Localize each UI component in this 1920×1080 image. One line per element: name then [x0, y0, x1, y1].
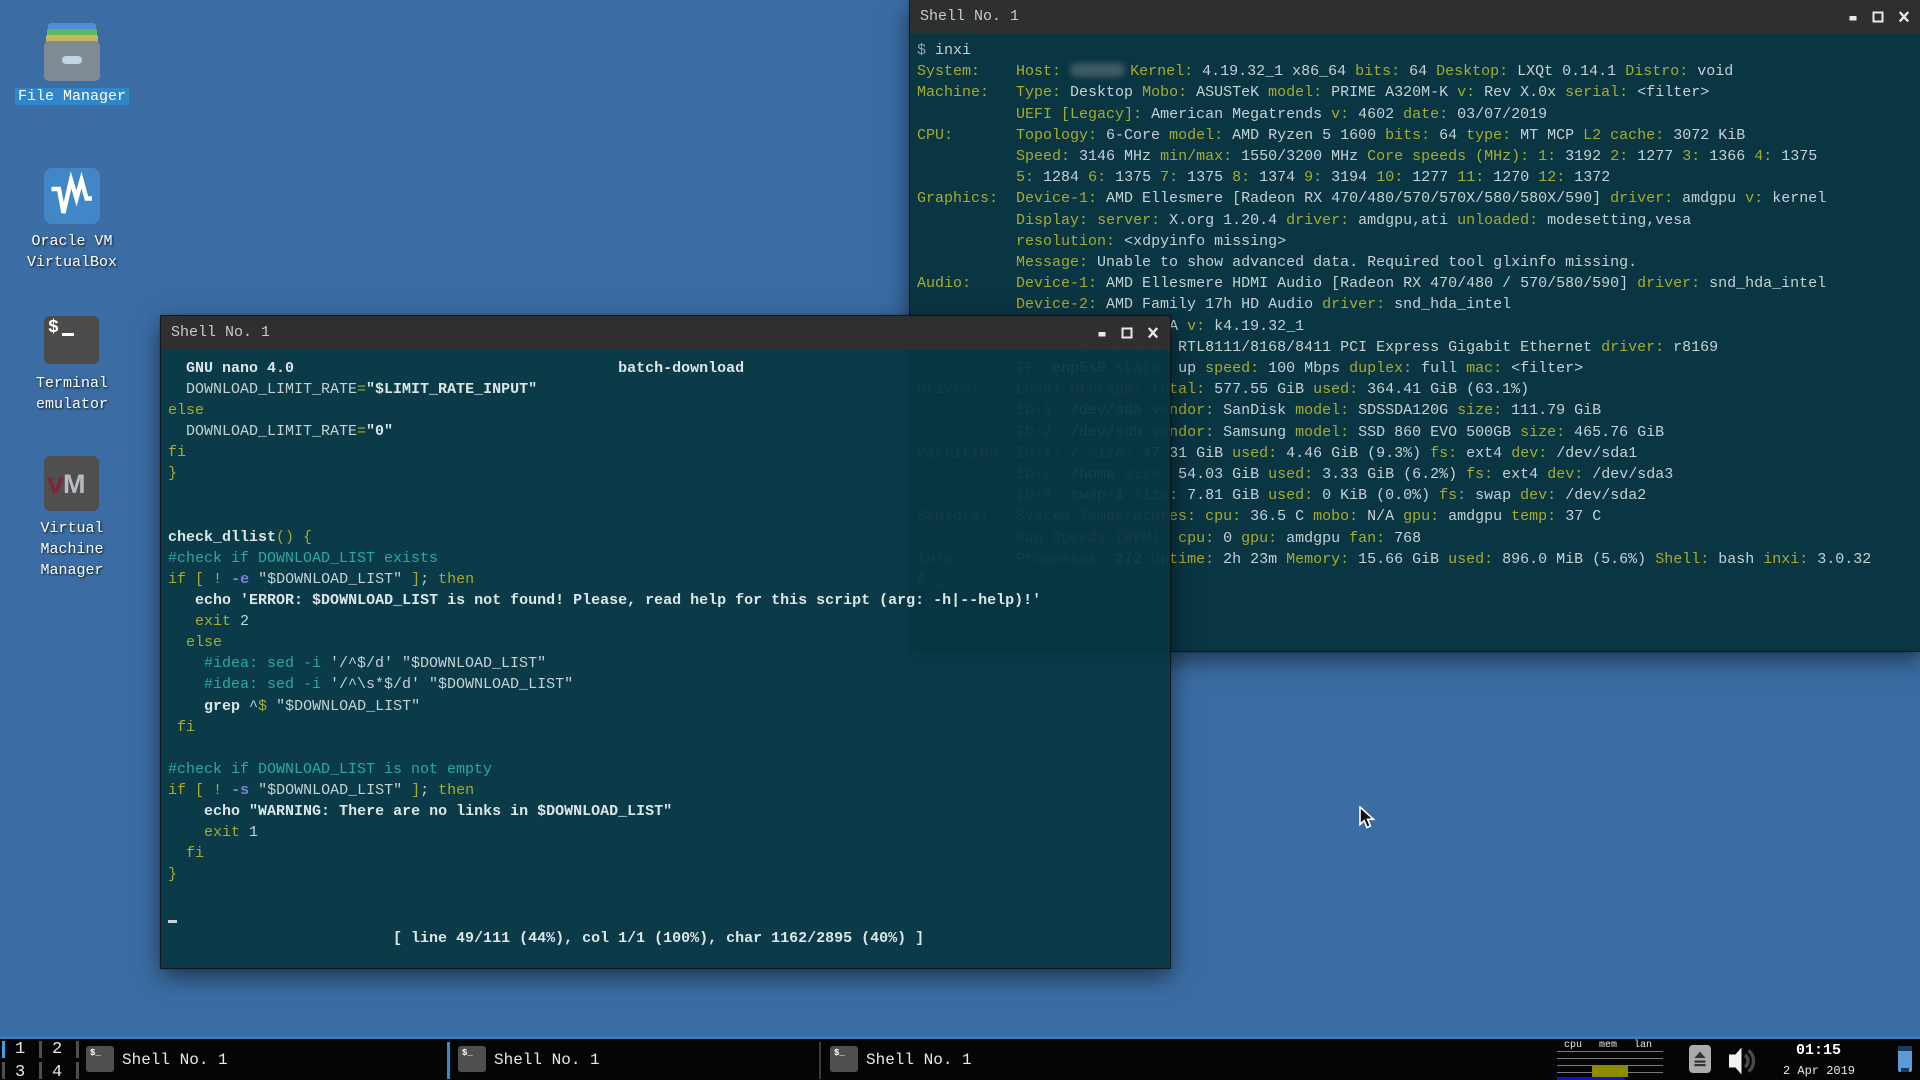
svg-text:M: M — [63, 469, 86, 499]
svg-text:v: v — [47, 467, 64, 500]
